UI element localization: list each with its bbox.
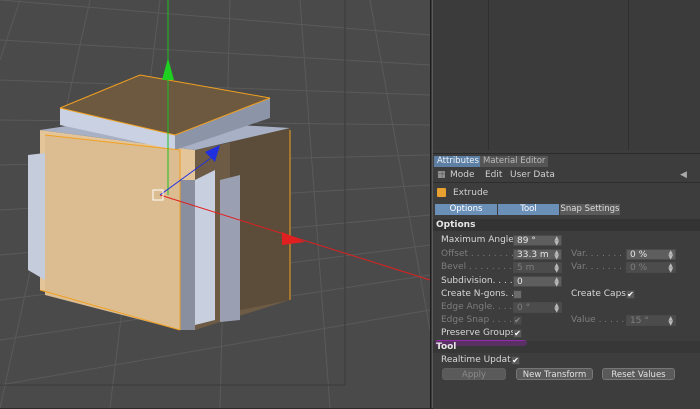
column-divider — [628, 0, 629, 150]
attributes-tabbar: Attributes Material Editor — [433, 154, 700, 168]
bevel-value: 5 m — [517, 263, 535, 273]
bevel-field[interactable]: 5 m ▲ ▼ — [513, 262, 562, 274]
grid-icon[interactable]: ▦ — [437, 170, 446, 181]
menu-user-data[interactable]: User Data — [510, 170, 555, 181]
menu-mode[interactable]: Mode — [450, 170, 475, 181]
tab-attributes[interactable]: Attributes — [434, 156, 482, 167]
stepper-icon[interactable]: ▲ ▼ — [554, 263, 559, 274]
object-name: Extrude — [453, 188, 489, 198]
stepper-icon[interactable]: ▲ ▼ — [668, 250, 673, 261]
menu-edit[interactable]: Edit — [485, 170, 502, 181]
segment-snap-settings[interactable]: Snap Settings — [560, 204, 620, 215]
right-panel: Attributes Material Editor ▦ Mode Edit U… — [433, 0, 700, 409]
reset-values-button[interactable]: Reset Values — [602, 368, 675, 380]
offset-label: Offset . . . . . . . . . — [441, 249, 520, 259]
apply-button[interactable]: Apply — [442, 368, 506, 380]
offset-field[interactable]: 33.3 m ▲ ▼ — [513, 249, 562, 261]
stepper-icon[interactable]: ▲ ▼ — [554, 236, 559, 247]
edge-angle-value: 0 ° — [517, 303, 531, 313]
realtime-update-label: Realtime Update — [441, 355, 517, 365]
max-angle-label: Maximum Angle — [441, 235, 514, 245]
object-manager-area — [433, 0, 700, 150]
3d-viewport[interactable] — [0, 0, 430, 408]
stepper-icon[interactable]: ▲ ▼ — [554, 277, 559, 288]
var2-label: Var. . . . . . . . . — [571, 262, 634, 272]
attributes-panel: Attributes Material Editor ▦ Mode Edit U… — [433, 153, 700, 409]
attributes-menubar: ▦ Mode Edit User Data ◀ — [433, 169, 700, 183]
subdivision-value: 0 — [517, 277, 523, 287]
new-transform-button[interactable]: New Transform — [516, 368, 593, 380]
var1-label: Var. . . . . . . . . — [571, 249, 634, 259]
extruded-mesh[interactable] — [28, 74, 291, 331]
stepper-icon[interactable]: ▲ ▼ — [554, 250, 559, 261]
y-axis-handle[interactable] — [162, 58, 174, 80]
column-divider — [488, 0, 489, 150]
bevel-label: Bevel . . . . . . . . . — [441, 262, 518, 272]
edge-angle-label: Edge Angle. . . . . — [441, 302, 518, 312]
edge-snap-label: Edge Snap . . . . . — [441, 315, 518, 325]
edge-angle-field[interactable]: 0 ° ▲ ▼ — [513, 302, 562, 314]
back-arrow-icon[interactable]: ◀ — [680, 170, 687, 181]
var2-field[interactable]: 0 % ▲ ▼ — [626, 262, 676, 274]
offset-value: 33.3 m — [517, 250, 549, 260]
create-ngons-label: Create N-gons. . — [441, 289, 514, 299]
stepper-icon[interactable]: ▲ ▼ — [668, 263, 673, 274]
viewport-scene[interactable] — [0, 0, 430, 408]
stepper-icon[interactable]: ▲ ▼ — [668, 316, 673, 327]
var2-value: 0 % — [630, 263, 648, 273]
segment-options[interactable]: Options — [435, 204, 497, 215]
tab-material-editor[interactable]: Material Editor — [480, 156, 549, 167]
value-field[interactable]: 15 ° ▲ ▼ — [626, 315, 676, 327]
edge-snap-checkbox[interactable]: ✔ — [513, 316, 522, 325]
extrude-tool-icon — [437, 188, 446, 197]
subdivision-label: Subdivision. . . . . — [441, 276, 519, 286]
subdivision-field[interactable]: 0 ▲ ▼ — [513, 276, 562, 288]
x-axis-handle[interactable] — [282, 232, 305, 245]
create-caps-checkbox[interactable]: ✔ — [626, 290, 635, 299]
realtime-update-checkbox[interactable]: ✔ — [511, 356, 520, 365]
segment-tool[interactable]: Tool — [498, 204, 559, 215]
max-angle-field[interactable]: 89 ° ▲ ▼ — [513, 235, 562, 247]
section-options-header: Options — [433, 219, 700, 231]
value-value: 15 ° — [630, 316, 649, 326]
section-tool-header: Tool — [433, 341, 700, 353]
stepper-icon[interactable]: ▲ ▼ — [554, 303, 559, 314]
create-ngons-checkbox[interactable] — [513, 290, 522, 299]
max-angle-value: 89 ° — [517, 236, 536, 246]
preserve-groups-checkbox[interactable]: ✔ — [513, 329, 522, 338]
var1-field[interactable]: 0 % ▲ ▼ — [626, 249, 676, 261]
var1-value: 0 % — [630, 250, 648, 260]
create-caps-label: Create Caps — [571, 289, 626, 299]
preserve-groups-label: Preserve Groups — [441, 328, 516, 338]
